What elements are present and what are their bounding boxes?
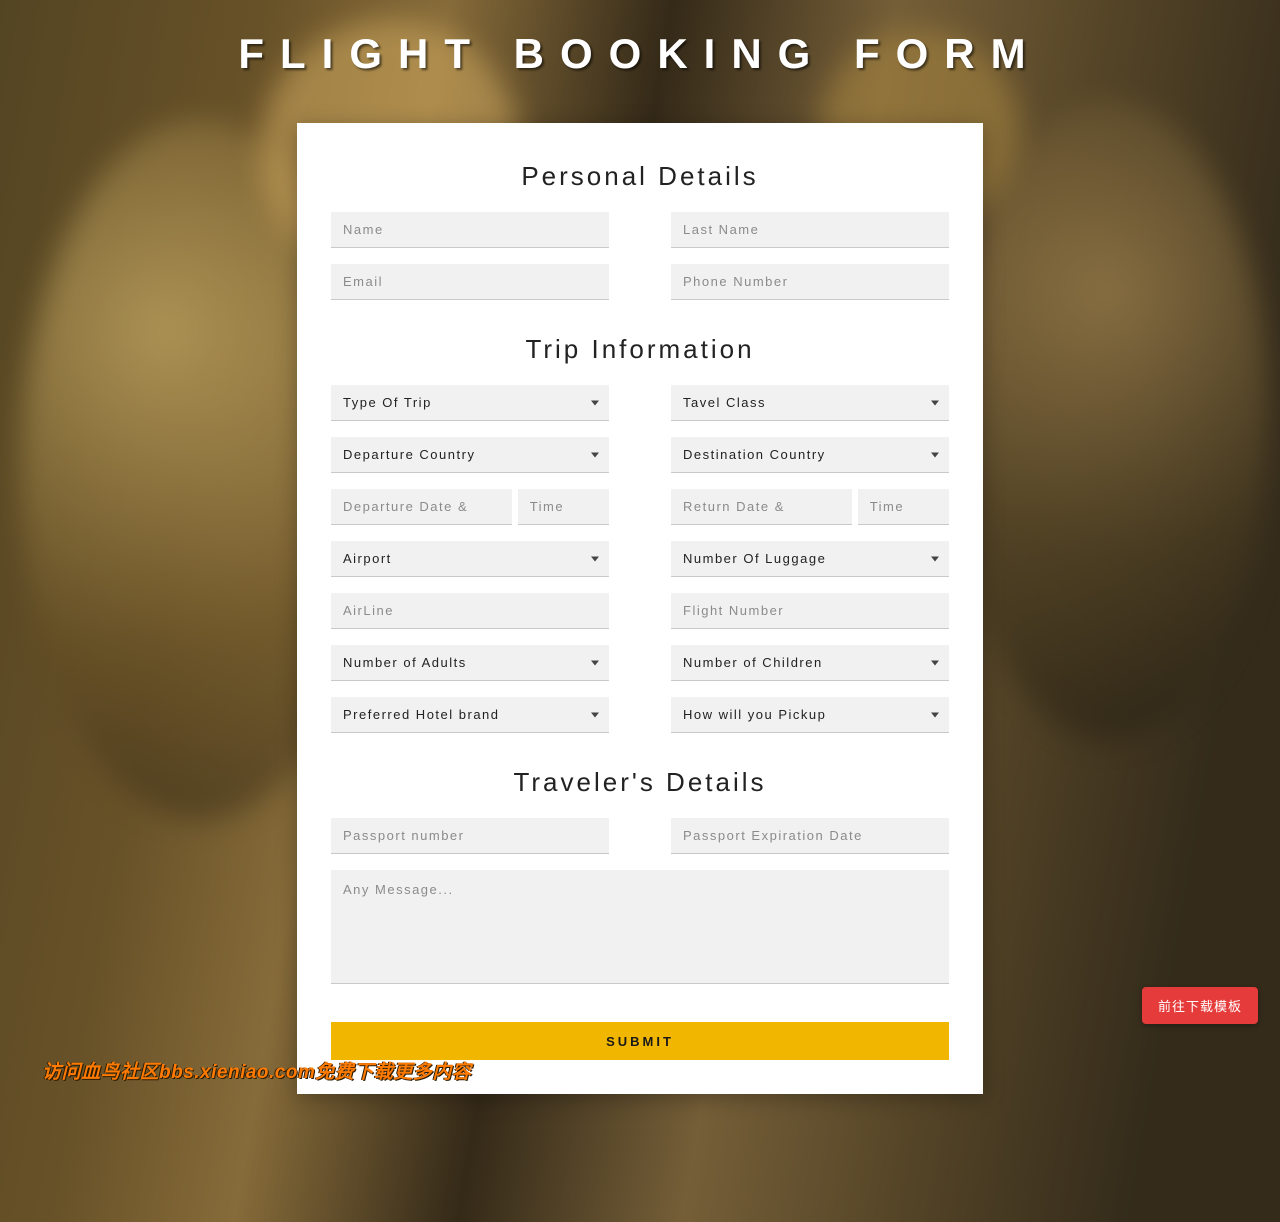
bg-decor (950, 100, 1270, 740)
booking-form-card: Personal Details Trip Information Type O… (297, 123, 983, 1094)
destination-country-select[interactable]: Destination Country (671, 437, 949, 473)
page-title: FLIGHT BOOKING FORM (0, 0, 1280, 78)
email-input[interactable] (331, 264, 609, 300)
departure-time-input[interactable] (518, 489, 610, 525)
departure-date-input[interactable] (331, 489, 512, 525)
airport-select[interactable]: Airport (331, 541, 609, 577)
airline-input[interactable] (331, 593, 609, 629)
return-time-input[interactable] (858, 489, 950, 525)
hotel-select[interactable]: Preferred Hotel brand (331, 697, 609, 733)
first-name-input[interactable] (331, 212, 609, 248)
download-template-button[interactable]: 前往下载模板 (1142, 987, 1258, 1024)
trip-type-select[interactable]: Type Of Trip (331, 385, 609, 421)
children-select[interactable]: Number of Children (671, 645, 949, 681)
submit-button[interactable]: SUBMIT (331, 1022, 949, 1060)
flight-number-input[interactable] (671, 593, 949, 629)
last-name-input[interactable] (671, 212, 949, 248)
phone-input[interactable] (671, 264, 949, 300)
message-textarea[interactable] (331, 870, 949, 984)
pickup-select[interactable]: How will you Pickup (671, 697, 949, 733)
travel-class-select[interactable]: Tavel Class (671, 385, 949, 421)
passport-number-input[interactable] (331, 818, 609, 854)
adults-select[interactable]: Number of Adults (331, 645, 609, 681)
return-date-input[interactable] (671, 489, 852, 525)
section-personal-title: Personal Details (331, 161, 949, 192)
luggage-select[interactable]: Number Of Luggage (671, 541, 949, 577)
section-trip-title: Trip Information (331, 334, 949, 365)
section-traveler-title: Traveler's Details (331, 767, 949, 798)
passport-expiration-input[interactable] (671, 818, 949, 854)
departure-country-select[interactable]: Departure Country (331, 437, 609, 473)
promo-overlay-text[interactable]: 访问血鸟社区bbs.xieniao.com免费下载更多内容 (42, 1057, 471, 1084)
